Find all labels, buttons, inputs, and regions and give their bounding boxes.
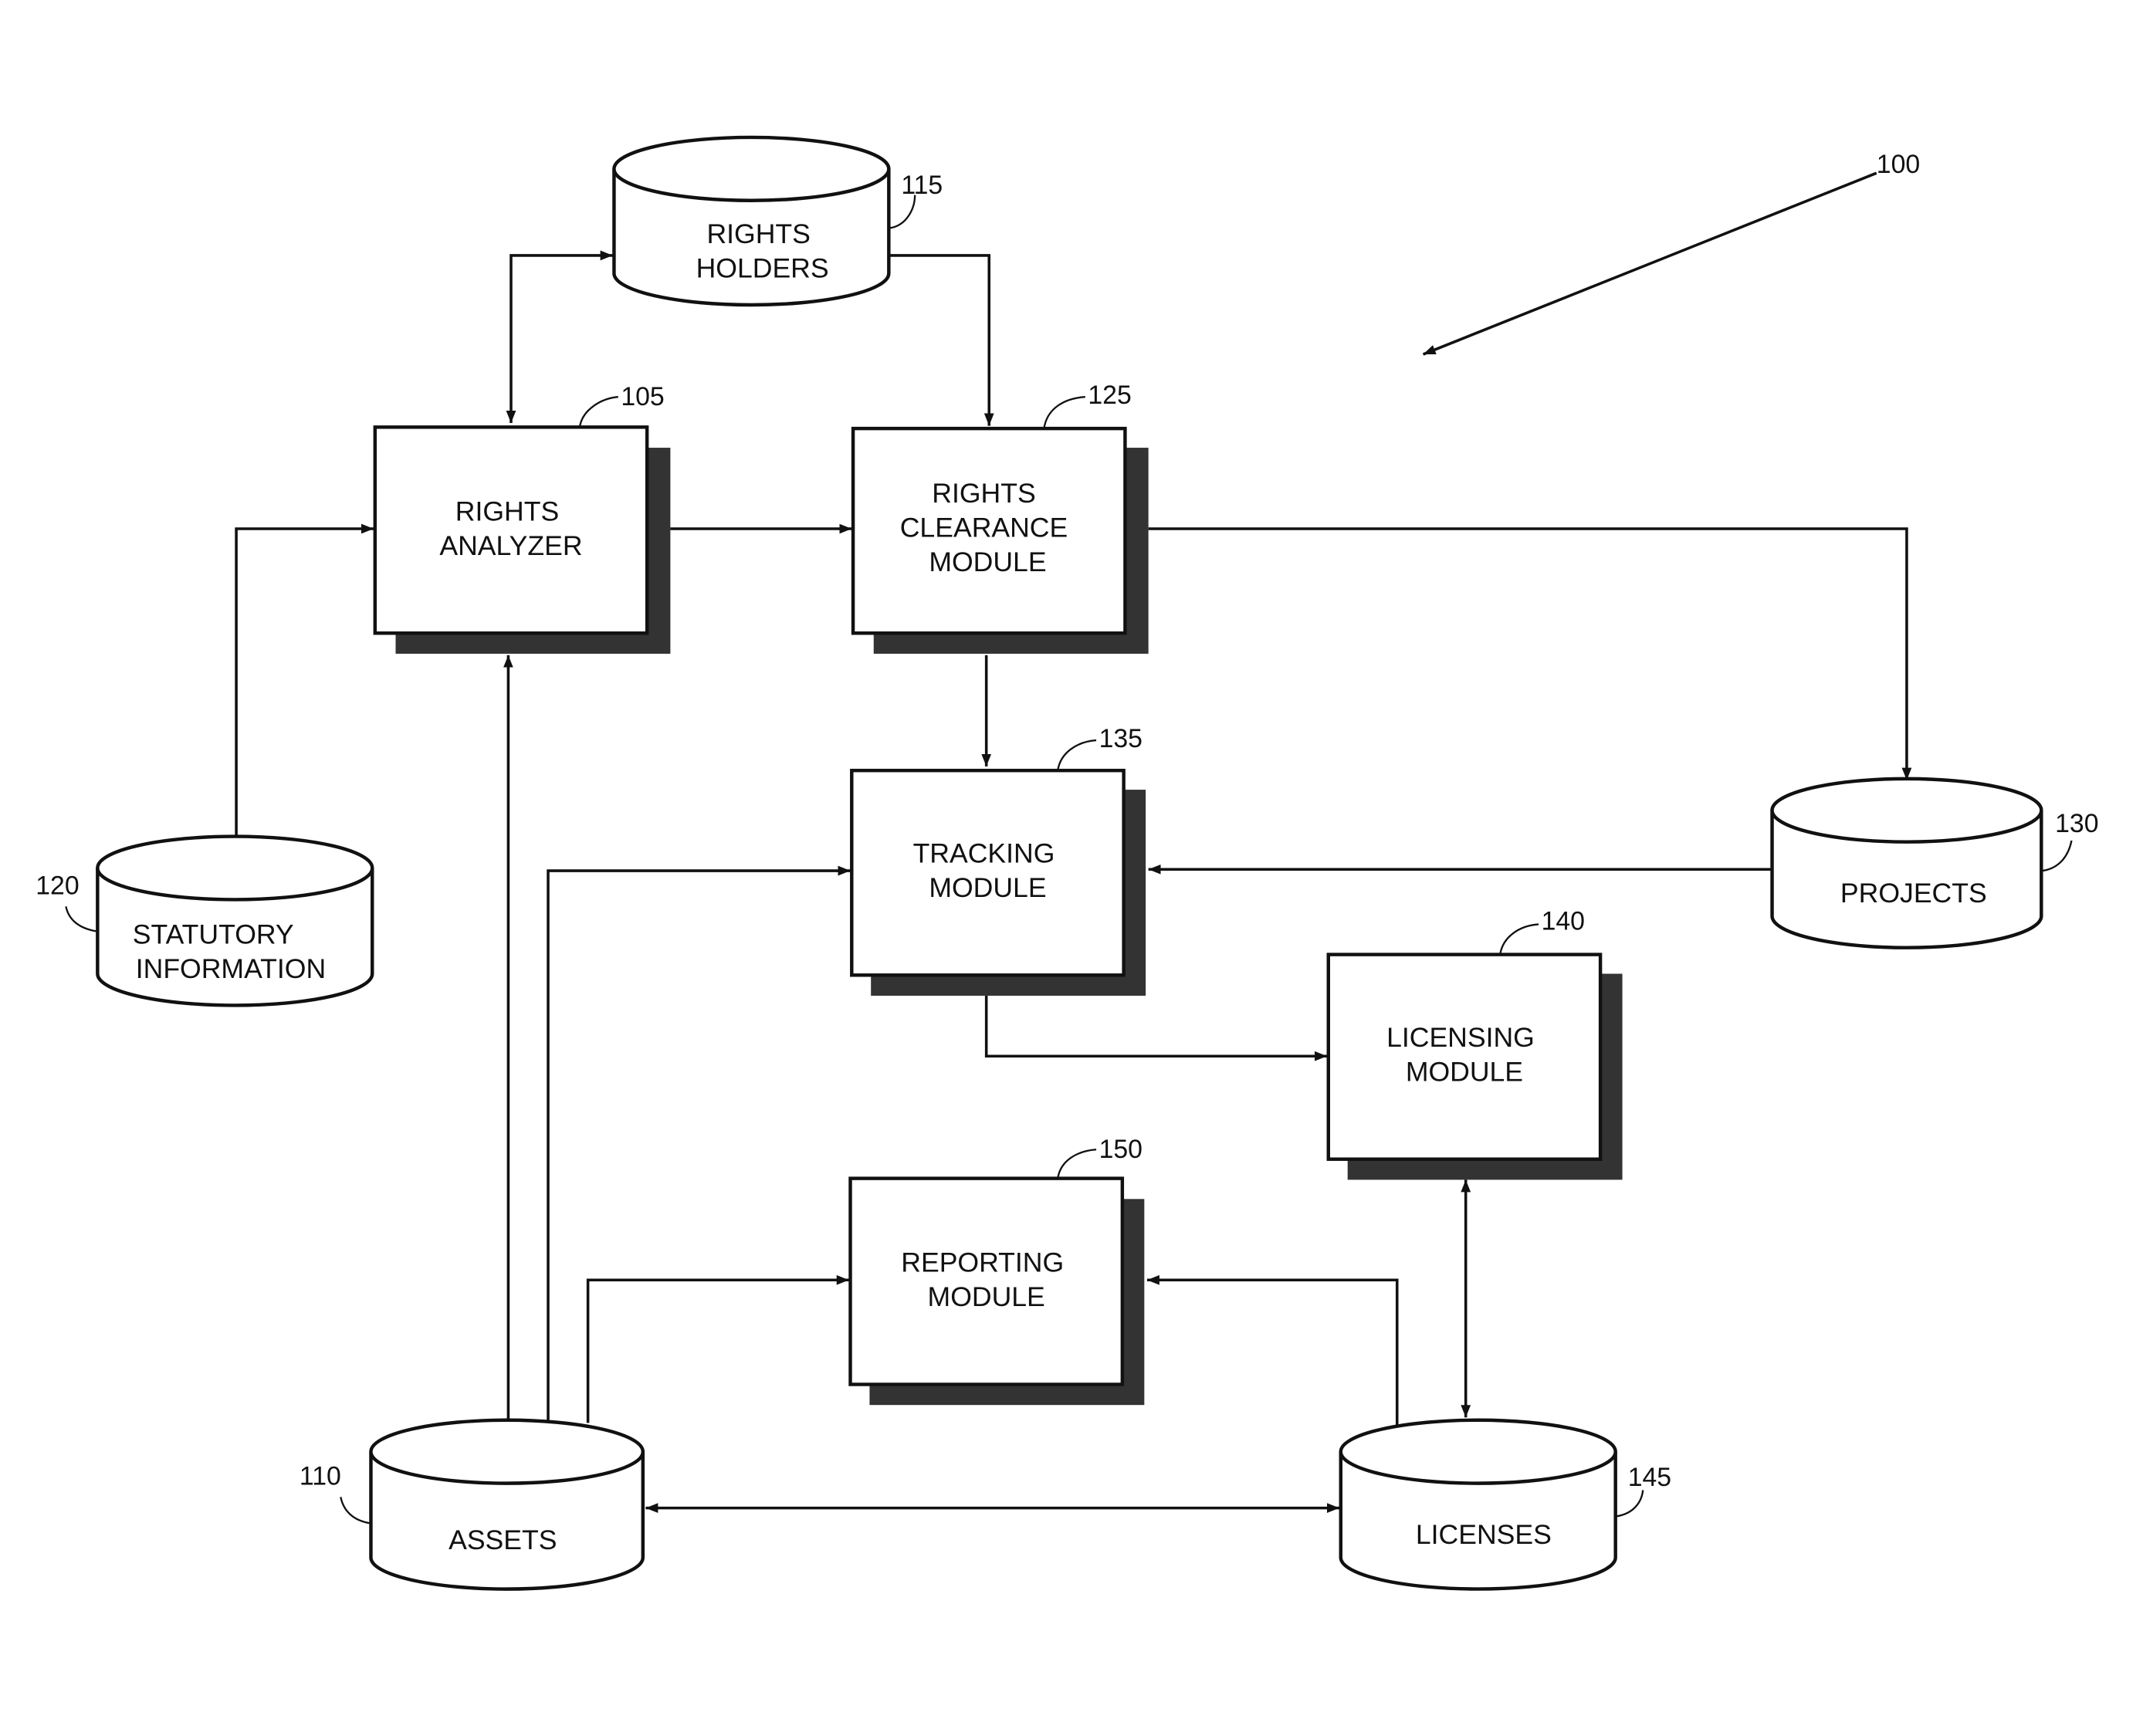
module-reporting: REPORTING MODULE 150 [848,1135,1145,1406]
connector-tracking-licensing [984,995,1327,1061]
module-rights-clearance: RIGHTS CLEARANCE MODULE 125 [851,381,1149,654]
database-licenses: LICENSES 145 [1339,1418,1671,1591]
database-rights-holders: RIGHTS HOLDERS 115 [612,135,943,307]
figure-reference: 100 [1422,150,1920,356]
ref-leader [65,906,96,932]
database-assets: ASSETS 110 [300,1418,645,1591]
ref-leader [1043,396,1085,429]
module-ref-number: 125 [1088,381,1131,410]
cylinder-top [1770,777,2043,844]
connector-assets-reporting [586,1274,849,1423]
database-label: PROJECTS [1840,878,1987,909]
system-diagram: 100 RIGHTS ANALYZER 105 RIGHTS CLEARANCE… [36,135,2099,1591]
figure-reference-arrow [1422,171,1877,356]
database-label: ASSETS [449,1524,557,1555]
database-ref-number: 115 [901,171,943,200]
database-projects: PROJECTS 130 [1770,777,2099,949]
cylinder-top [1339,1418,1617,1485]
database-statutory-information: STATUTORY INFORMATION 120 [36,834,374,1007]
ref-leader [340,1497,370,1524]
connector-assets-tracking [547,865,851,1420]
cylinder-top [369,1418,645,1485]
module-licensing: LICENSING MODULE 140 [1326,907,1623,1180]
connector-statutory-analyzer [235,523,374,838]
connector-holders-clearance [890,254,994,426]
database-ref-number: 120 [36,871,79,900]
module-ref-number: 140 [1542,907,1585,936]
module-rights-analyzer: RIGHTS ANALYZER 105 [373,382,671,654]
ref-leader [1057,739,1097,771]
ref-leader [1499,923,1539,955]
module-tracking: TRACKING MODULE 135 [850,724,1146,996]
database-label: LICENSES [1416,1519,1552,1550]
database-ref-number: 130 [2055,809,2098,838]
figure-ref-number: 100 [1877,150,1920,179]
module-ref-number: 150 [1099,1135,1143,1164]
cylinder-top [612,135,891,202]
connector-analyzer-holders [506,250,613,424]
module-ref-number: 105 [621,382,664,411]
database-ref-number: 110 [300,1461,341,1491]
module-ref-number: 135 [1099,724,1143,753]
ref-leader [1057,1149,1097,1179]
cylinder-top [96,834,374,902]
database-ref-number: 145 [1628,1463,1671,1492]
ref-leader [889,195,916,229]
ref-leader [2042,840,2073,872]
ref-leader [1617,1490,1644,1518]
ref-leader [578,396,618,428]
connector-clearance-projects [1148,527,1912,780]
connector-licenses-reporting [1146,1274,1399,1426]
